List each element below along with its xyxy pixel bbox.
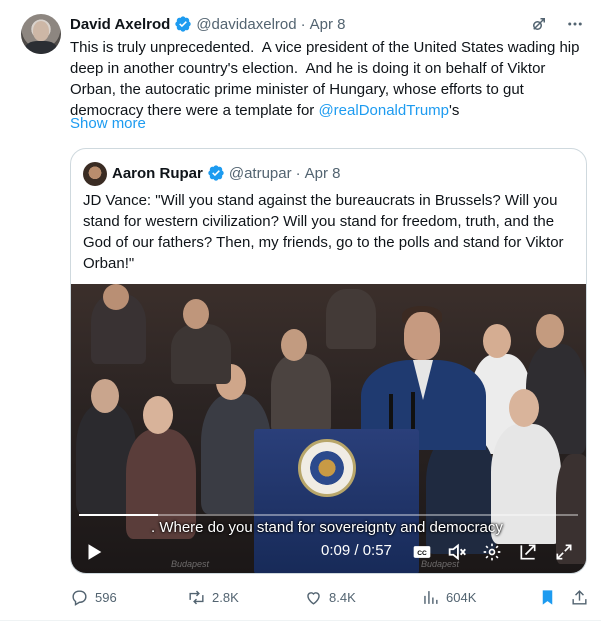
like-button[interactable]: 8.4K (304, 588, 356, 607)
video-controls: 0:09 / 0:57 CC (71, 536, 586, 568)
crowd-person (326, 289, 376, 349)
views-icon (424, 591, 438, 604)
video-watermark: Budapest (421, 559, 460, 569)
tweet-text-tail: 's (449, 102, 460, 119)
video-progress-bar[interactable] (79, 514, 578, 516)
avatar-face (33, 21, 49, 41)
video-player[interactable]: . Where do you stand for sovereignty and… (71, 284, 586, 573)
avatar-suit (25, 41, 57, 54)
author-name[interactable]: David Axelrod (70, 16, 170, 33)
share-button[interactable] (570, 588, 589, 607)
reply-count: 596 (95, 590, 117, 605)
view-count: 604K (446, 590, 477, 605)
crowd-head (103, 284, 129, 310)
crowd-head (183, 299, 209, 329)
crowd-head (536, 314, 564, 348)
tweet-date[interactable]: Apr 8 (310, 16, 346, 33)
like-count: 8.4K (329, 590, 356, 605)
separator-dot: · (295, 164, 301, 182)
author-avatar[interactable] (21, 14, 61, 54)
crowd-head (281, 329, 307, 361)
vice-president-seal (298, 439, 356, 497)
show-more-link[interactable]: Show more (70, 115, 146, 132)
crowd-head (91, 379, 119, 413)
quote-author-handle[interactable]: @atrupar (229, 165, 292, 182)
bookmark-button[interactable] (538, 588, 557, 607)
repost-count: 2.8K (212, 590, 239, 605)
seal-emblem (310, 451, 344, 485)
bookmark-icon (542, 590, 553, 605)
share-icon (572, 590, 587, 605)
mention-link[interactable]: @realDonaldTrump (318, 102, 449, 119)
divider (0, 620, 601, 621)
video-watermark: Budapest (171, 559, 210, 569)
settings-icon[interactable] (481, 541, 503, 563)
grok-icon[interactable] (529, 14, 549, 34)
quote-date[interactable]: Apr 8 (305, 165, 341, 182)
verified-badge-icon (208, 165, 224, 181)
pip-icon[interactable] (517, 541, 539, 563)
fullscreen-icon[interactable] (553, 541, 575, 563)
play-icon[interactable] (83, 540, 105, 564)
more-icon[interactable] (565, 14, 585, 34)
views-button[interactable]: 604K (421, 588, 476, 607)
speaker-head (404, 312, 440, 360)
video-progress-fill (79, 514, 158, 516)
reply-icon (72, 590, 87, 606)
crowd-head (483, 324, 511, 358)
repost-icon (189, 590, 204, 605)
reply-button[interactable]: 596 (70, 588, 117, 607)
repost-button[interactable]: 2.8K (187, 588, 239, 607)
like-icon (307, 592, 320, 605)
tweet-header: David Axelrod @davidaxelrod · Apr 8 (70, 14, 345, 34)
video-caption: . Where do you stand for sovereignty and… (151, 519, 503, 536)
quote-author-avatar[interactable] (83, 162, 107, 186)
top-right-actions (529, 14, 585, 34)
tweet-card[interactable]: David Axelrod @davidaxelrod · Apr 8 This… (0, 0, 601, 622)
tweet-actions: 596 2.8K 8.4K 604K (70, 588, 590, 608)
tweet-text: This is truly unprecedented. A vice pres… (70, 37, 590, 121)
author-handle[interactable]: @davidaxelrod (196, 16, 296, 33)
verified-badge-icon (175, 16, 191, 32)
quoted-tweet[interactable]: Aaron Rupar @atrupar · Apr 8 JD Vance: "… (70, 148, 587, 574)
video-time: 0:09 / 0:57 (321, 542, 392, 559)
svg-text:CC: CC (417, 550, 427, 557)
crowd-person (171, 324, 231, 384)
crowd-head (509, 389, 539, 427)
quote-text: JD Vance: "Will you stand against the bu… (83, 192, 564, 272)
quote-header: Aaron Rupar @atrupar · Apr 8 (112, 162, 340, 184)
crowd-head (143, 396, 173, 434)
crowd-person (271, 354, 331, 434)
separator-dot: · (300, 15, 306, 33)
quote-author-name[interactable]: Aaron Rupar (112, 165, 203, 182)
